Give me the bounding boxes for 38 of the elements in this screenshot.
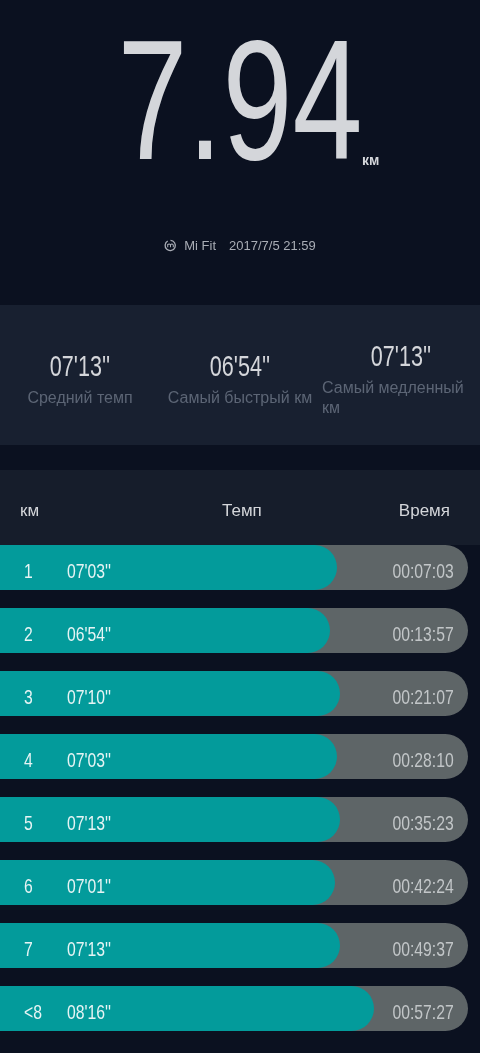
stat-label: Самый медленный км [322, 377, 465, 418]
date-time: 2017/7/5 21:59 [229, 237, 316, 255]
pace-value: 07'10'' [67, 684, 112, 710]
pace-value: 07'03'' [67, 747, 112, 773]
pace-value: 08'16'' [67, 999, 112, 1025]
column-header: Темп [222, 500, 262, 522]
km-number: 1 [24, 558, 33, 584]
split-time: 00:28:10 [392, 747, 454, 773]
split-time: 00:13:57 [392, 621, 454, 647]
stat-value: 07'13'' [370, 337, 432, 374]
pace-value: 06'54'' [67, 621, 112, 647]
app-logo-icon [164, 239, 178, 253]
stat-label: Самый быстрый км [167, 387, 313, 408]
column-header: км [20, 500, 40, 522]
km-number: 6 [24, 873, 33, 899]
km-number: 4 [24, 747, 33, 773]
km-number: 3 [24, 684, 33, 710]
split-time: 00:49:37 [392, 936, 454, 962]
stat-label: Средний темп [27, 387, 133, 408]
pace-value: 07'13'' [67, 936, 112, 962]
km-number: 5 [24, 810, 33, 836]
split-time: 00:42:24 [392, 873, 454, 899]
split-time: 00:35:23 [392, 810, 454, 836]
split-time: 00:57:27 [392, 999, 454, 1025]
pace-value: 07'03'' [67, 558, 112, 584]
stat-value: 07'13'' [49, 347, 111, 384]
column-header: Время [398, 500, 450, 522]
km-number: 2 [24, 621, 33, 647]
split-time: 00:07:03 [392, 558, 454, 584]
pace-value: 07'13'' [67, 810, 112, 836]
distance-value: 7.94 [117, 10, 363, 190]
km-number: 7 [24, 936, 33, 962]
km-number: <8 [24, 999, 42, 1025]
app-name: Mi Fit [184, 237, 216, 255]
pace-value: 07'01'' [67, 873, 112, 899]
stat-value: 06'54'' [209, 347, 271, 384]
split-time: 00:21:07 [392, 684, 454, 710]
distance-unit: км [362, 151, 380, 170]
